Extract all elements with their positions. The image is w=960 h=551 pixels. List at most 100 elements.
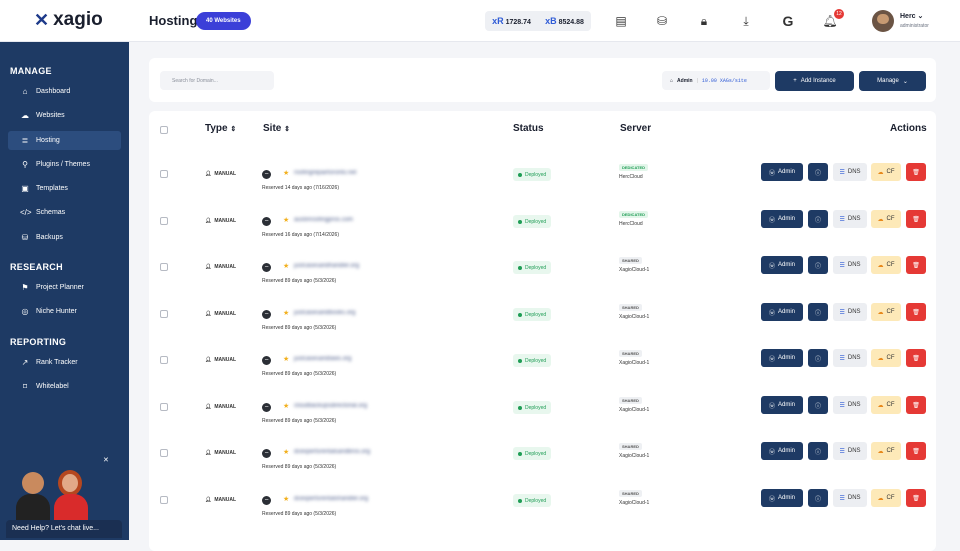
info-button[interactable]: ⓘ [808,489,828,507]
cloudflare-button[interactable]: ☁ CF [871,396,901,414]
admin-button[interactable]: ⓦ Admin [761,442,803,460]
add-instance-button[interactable]: + Add Instance [775,71,854,91]
cloudflare-button[interactable]: ☁ CF [871,303,901,321]
info-button[interactable]: ⓘ [808,396,828,414]
delete-button[interactable]: 🗑︎ [906,163,926,181]
sidebar-item-plugins-themes[interactable]: ⚲ Plugins / Themes [8,155,121,174]
row-checkbox[interactable] [160,170,168,178]
admin-button[interactable]: ⓦ Admin [761,303,803,321]
collapse-icon[interactable]: − [262,356,271,365]
admin-button[interactable]: ⓦ Admin [761,396,803,414]
star-icon[interactable]: ★ [283,402,289,410]
sidebar-item-dashboard[interactable]: ⌂ Dashboard [8,82,121,101]
row-checkbox[interactable] [160,217,168,225]
delete-button[interactable]: 🗑︎ [906,489,926,507]
sidebar-item-templates[interactable]: ▣ Templates [8,179,121,198]
user-name[interactable]: Herc ⌄ [900,12,923,20]
site-domain-link[interactable]: roofingrepairtoronto.net [294,170,356,176]
dns-button[interactable]: ☰ DNS [833,442,867,460]
cloudflare-button[interactable]: ☁ CF [871,489,901,507]
info-button[interactable]: ⓘ [808,349,828,367]
sidebar-item-hosting[interactable]: ≣ Hosting [8,131,121,150]
star-icon[interactable]: ★ [283,355,289,363]
sidebar-item-whitelabel[interactable]: ⌑ Whitelabel [8,377,121,396]
site-domain-link[interactable]: justcasesandbooks.org [294,310,355,316]
info-button[interactable]: ⓘ [808,442,828,460]
row-checkbox[interactable] [160,449,168,457]
site-domain-link[interactable]: austinroofingpros.com [294,217,353,223]
site-domain-link[interactable]: dcexpertsrentalshandler.org [294,496,368,502]
brand-logo[interactable]: ✕ xagio [34,10,103,29]
database-icon[interactable]: ⛁ [654,13,670,29]
close-icon[interactable]: ✕ [103,456,109,464]
star-icon[interactable]: ★ [283,495,289,503]
collapse-icon[interactable]: − [262,217,271,226]
row-checkbox[interactable] [160,496,168,504]
collapse-icon[interactable]: − [262,449,271,458]
column-header-site[interactable]: Site ⇕ [263,123,290,134]
search-input[interactable] [160,71,274,90]
admin-button[interactable]: ⓦ Admin [761,256,803,274]
collapse-icon[interactable]: − [262,403,271,412]
admin-button[interactable]: ⓦ Admin [761,349,803,367]
avatar[interactable] [872,10,894,32]
download-icon[interactable]: ⤓ [738,13,754,29]
dns-button[interactable]: ☰ DNS [833,303,867,321]
dns-button[interactable]: ☰ DNS [833,256,867,274]
star-icon[interactable]: ★ [283,448,289,456]
row-checkbox[interactable] [160,263,168,271]
star-icon[interactable]: ★ [283,309,289,317]
cloudflare-button[interactable]: ☁ CF [871,256,901,274]
support-agents-photo[interactable] [14,468,104,524]
google-icon[interactable]: G [780,13,796,29]
star-icon[interactable]: ★ [283,169,289,177]
admin-button[interactable]: ⓦ Admin [761,489,803,507]
site-domain-link[interactable]: cloudbackupsdirectorial.org [294,403,367,409]
websites-count-badge[interactable]: 40 Websites [196,12,251,30]
dns-button[interactable]: ☰ DNS [833,163,867,181]
star-icon[interactable]: ★ [283,262,289,270]
collapse-icon[interactable]: − [262,310,271,319]
cloudflare-button[interactable]: ☁ CF [871,442,901,460]
site-domain-link[interactable]: justcasesandhandler.org [294,263,359,269]
sidebar-item-rank-tracker[interactable]: ↗ Rank Tracker [8,353,121,372]
cloudflare-button[interactable]: ☁ CF [871,210,901,228]
row-checkbox[interactable] [160,403,168,411]
info-button[interactable]: ⓘ [808,256,828,274]
delete-button[interactable]: 🗑︎ [906,256,926,274]
sidebar-item-schemas[interactable]: </> Schemas [8,203,121,222]
admin-button[interactable]: ⓦ Admin [761,210,803,228]
dns-button[interactable]: ☰ DNS [833,396,867,414]
live-chat-button[interactable]: Need Help? Let's chat live... [6,520,122,538]
select-all-checkbox[interactable] [160,126,168,134]
delete-button[interactable]: 🗑︎ [906,396,926,414]
delete-button[interactable]: 🗑︎ [906,349,926,367]
sidebar-item-websites[interactable]: ☁ Websites [8,106,121,125]
delete-button[interactable]: 🗑︎ [906,210,926,228]
site-domain-link[interactable]: justcasesandlaws.org [294,356,351,362]
column-header-type[interactable]: Type ⇕ [205,123,236,134]
cloudflare-button[interactable]: ☁ CF [871,349,901,367]
info-button[interactable]: ⓘ [808,210,828,228]
sidebar-item-project-planner[interactable]: ⚑ Project Planner [8,278,121,297]
manage-dropdown-button[interactable]: Manage ⌄ [859,71,926,91]
row-checkbox[interactable] [160,310,168,318]
row-checkbox[interactable] [160,356,168,364]
collapse-icon[interactable]: − [262,496,271,505]
dns-button[interactable]: ☰ DNS [833,349,867,367]
dns-button[interactable]: ☰ DNS [833,210,867,228]
lock-icon[interactable]: 🔒︎ [696,13,712,29]
delete-button[interactable]: 🗑︎ [906,303,926,321]
sidebar-item-niche-hunter[interactable]: ◎ Niche Hunter [8,302,121,321]
star-icon[interactable]: ★ [283,216,289,224]
site-domain-link[interactable]: dcexpertsrentalsandbros.org [294,449,370,455]
sidebar-item-backups[interactable]: ⛁ Backups [8,228,121,247]
cloudflare-button[interactable]: ☁ CF [871,163,901,181]
collapse-icon[interactable]: − [262,170,271,179]
info-button[interactable]: ⓘ [808,303,828,321]
delete-button[interactable]: 🗑︎ [906,442,926,460]
info-button[interactable]: ⓘ [808,163,828,181]
document-icon[interactable]: ▤ [613,13,629,29]
admin-button[interactable]: ⓦ Admin [761,163,803,181]
collapse-icon[interactable]: − [262,263,271,272]
